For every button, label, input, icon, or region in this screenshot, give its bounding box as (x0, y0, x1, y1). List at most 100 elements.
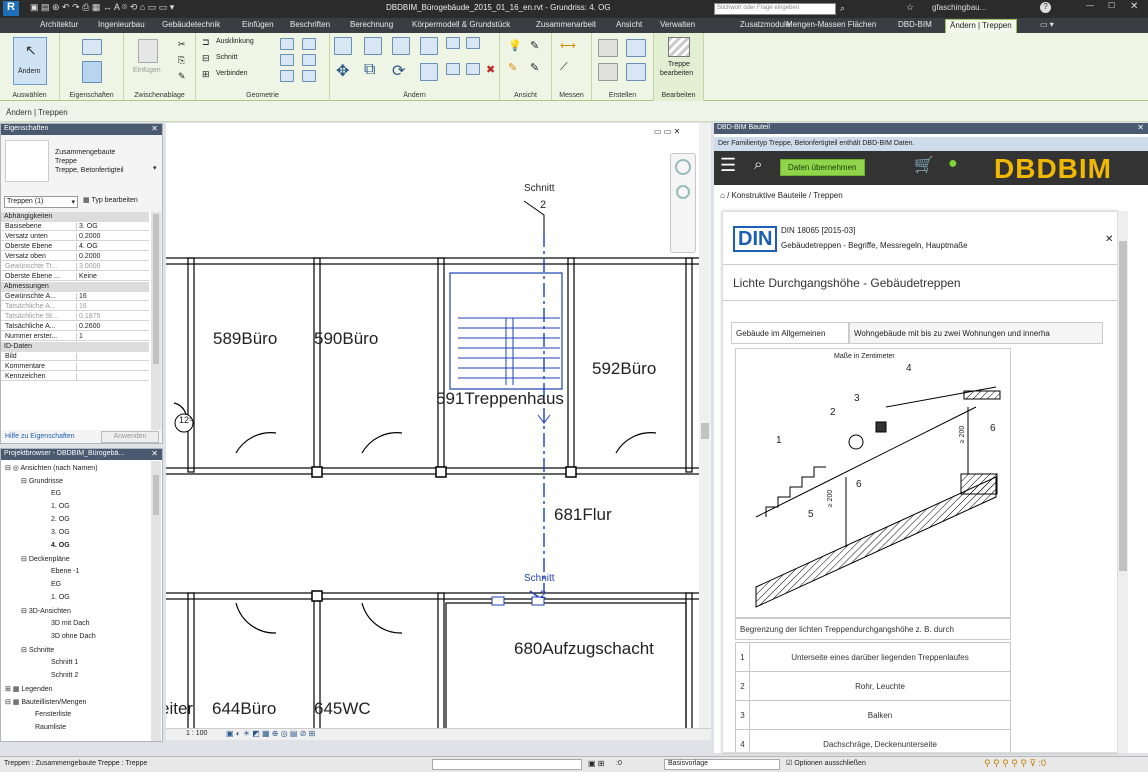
geom-tool-icon[interactable] (302, 54, 316, 66)
apply-data-button[interactable]: Daten übernehmen (780, 159, 865, 176)
prop-row[interactable]: Tatsächliche A... 0.2600 (1, 322, 149, 331)
prop-row[interactable]: Versatz unten 0.2000 (1, 232, 149, 241)
prop-row[interactable]: Nummer erster... 1 (1, 332, 149, 341)
cope-button[interactable]: Ausklinkung (216, 38, 254, 45)
pin-icon[interactable] (466, 63, 480, 75)
offset-icon[interactable] (364, 37, 382, 55)
prop-value[interactable]: 4. OG (76, 243, 147, 251)
tab-ansicht[interactable]: Ansicht (616, 20, 642, 29)
tree-node[interactable]: 3D ohne Dach (51, 633, 96, 640)
tab-aendern-treppen[interactable]: Ändern | Treppen (945, 19, 1017, 33)
tree-node[interactable]: 2. OG (51, 516, 70, 523)
geom-tool-icon[interactable] (280, 38, 294, 50)
tree-node[interactable]: 3D mit Dach (51, 620, 90, 627)
user-name[interactable]: gfaschingbau... (932, 3, 986, 12)
move-icon[interactable]: ✥ (336, 61, 349, 81)
zoom-icon[interactable] (676, 185, 690, 199)
split-icon[interactable] (446, 37, 460, 49)
close-window-button[interactable]: ✕ (1130, 1, 1138, 12)
edit-type-button[interactable]: ▦ Typ bearbeiten (83, 196, 138, 204)
tree-node[interactable]: 1. OG (51, 594, 70, 601)
star-icon[interactable]: ☆ (906, 2, 914, 13)
trim-icon[interactable] (466, 37, 480, 49)
tab-verwalten[interactable]: Verwalten (660, 20, 695, 29)
create-group-icon[interactable] (626, 39, 646, 57)
search-box[interactable]: Stichwort oder Frage eingeben (714, 3, 836, 15)
tree-node[interactable]: EG (51, 490, 61, 497)
properties-help-link[interactable]: Hilfe zu Eigenschaften (5, 433, 75, 440)
maximize-button[interactable]: ☐ (1108, 1, 1115, 10)
tab-zusammenarbeit[interactable]: Zusammenarbeit (536, 20, 596, 29)
tree-node[interactable]: Ebene -1 (51, 568, 79, 575)
close-icon[interactable]: ✕ (151, 124, 158, 133)
room-label[interactable]: 591Treppenhaus (436, 389, 564, 409)
copy-icon[interactable]: ⎘ (178, 55, 185, 66)
prop-value[interactable]: 1 (76, 333, 147, 341)
edit-stairs-label-2[interactable]: bearbeiten (660, 70, 693, 77)
tree-node[interactable]: ⊟ 3D-Ansichten (21, 607, 71, 615)
prop-value[interactable] (76, 363, 147, 371)
prop-row[interactable]: Gewünschte A... 16 (1, 292, 149, 301)
tree-node[interactable]: EG (51, 581, 61, 588)
properties-icon[interactable] (82, 39, 102, 55)
close-icon[interactable]: ✕ (1137, 123, 1144, 132)
paint-icon[interactable]: ✎ (530, 61, 539, 74)
geom-tool-icon[interactable] (302, 70, 316, 82)
type-name[interactable]: Zusammengebaute Treppe Treppe, Betonfert… (55, 148, 124, 175)
section-header[interactable]: Abhängigkeiten (1, 212, 149, 222)
tab-ingenieurbau[interactable]: Ingenieurbau (98, 20, 145, 29)
room-label[interactable]: 592Büro (592, 359, 656, 379)
create-assembly-icon[interactable] (626, 63, 646, 81)
tab-dbd-bim[interactable]: DBD-BIM (898, 20, 932, 29)
section-header[interactable]: Abmessungen (1, 282, 149, 292)
prop-value[interactable]: 16 (76, 293, 147, 301)
properties-scrollbar[interactable] (151, 212, 161, 430)
override-icon[interactable]: ✎ (530, 39, 539, 52)
tab-berechnung[interactable]: Berechnung (350, 20, 393, 29)
section-mark-label[interactable]: Schnitt (524, 183, 555, 194)
tree-node[interactable]: ⊟ ◎ Ansichten (nach Namen) (5, 464, 98, 472)
tab-zusatzmodule[interactable]: Zusatzmodule (740, 20, 790, 29)
type-properties-icon[interactable] (82, 61, 102, 83)
home-icon[interactable]: ⌂ (720, 191, 725, 200)
room-label[interactable]: 680Aufzugschacht (514, 639, 654, 659)
tab-wohngebaeude[interactable]: Wohngebäude mit bis zu zwei Wohnungen un… (849, 322, 1103, 344)
copy-elem-icon[interactable]: ⧉ (364, 61, 375, 79)
tree-node[interactable]: Raumliste (35, 724, 66, 731)
drawing-canvas[interactable]: 589Büro 590Büro 591Treppenhaus 592Büro 6… (166, 123, 711, 740)
apply-button[interactable]: Anwenden (101, 431, 159, 443)
tab-architektur[interactable]: Architektur (40, 20, 78, 29)
element-tag[interactable]: 12⁵ (179, 415, 193, 425)
instance-selector[interactable]: Treppen (1) ▾ (4, 196, 78, 208)
tree-node[interactable]: Schnitt 1 (51, 659, 78, 666)
room-label[interactable]: 681Flur (554, 505, 612, 525)
dbd-scrollbar[interactable] (1118, 211, 1128, 753)
align-icon[interactable] (334, 37, 352, 55)
tree-node[interactable]: ⊟ Deckenpläne (21, 555, 70, 563)
section-header[interactable]: ID-Daten (1, 342, 149, 352)
tree-node[interactable]: ⊟ Schnitte (21, 646, 54, 654)
tree-node[interactable]: 3. OG (51, 529, 70, 536)
status-icons[interactable]: ▣ ⊞ (588, 759, 604, 768)
cut-icon[interactable]: ✂ (178, 39, 186, 50)
create-parts-icon[interactable] (598, 39, 618, 57)
rotate-icon[interactable]: ⟳ (392, 61, 405, 81)
hide-icon[interactable]: 💡 (508, 39, 522, 52)
prop-row[interactable]: Oberste Ebene ... Keine (1, 272, 149, 281)
prop-row[interactable]: Kommentare (1, 362, 149, 371)
create-similar-icon[interactable] (598, 63, 618, 81)
minimize-button[interactable]: — (1086, 1, 1094, 10)
room-label[interactable]: eiter (166, 699, 193, 719)
prop-value[interactable] (76, 353, 147, 361)
type-dropdown-icon[interactable]: ▾ (153, 164, 157, 172)
join-button[interactable]: Verbinden (216, 70, 248, 77)
cut-geom-button[interactable]: Schnitt (216, 54, 237, 61)
quick-access-toolbar[interactable]: ▣ ▤ ⊛ ↶ ↷ ⎙ ▦ ↔ A ⌾ ⟲ ⌂ ▭ ▭ ▾ (30, 2, 174, 15)
edit-stairs-icon[interactable] (668, 37, 690, 57)
exclude-options-checkbox[interactable]: ☑ Optionen ausschließen (786, 759, 866, 767)
user-icon[interactable]: ● (948, 155, 958, 173)
array-icon[interactable] (420, 63, 438, 81)
view-control-icons[interactable]: ▣ ◐ ☀ ◩ ▦ ⊕ ◎ ▤ ⊘ ⊞ (226, 729, 315, 738)
delete-icon[interactable]: ✖ (486, 63, 495, 76)
tab-beschriften[interactable]: Beschriften (290, 20, 330, 29)
